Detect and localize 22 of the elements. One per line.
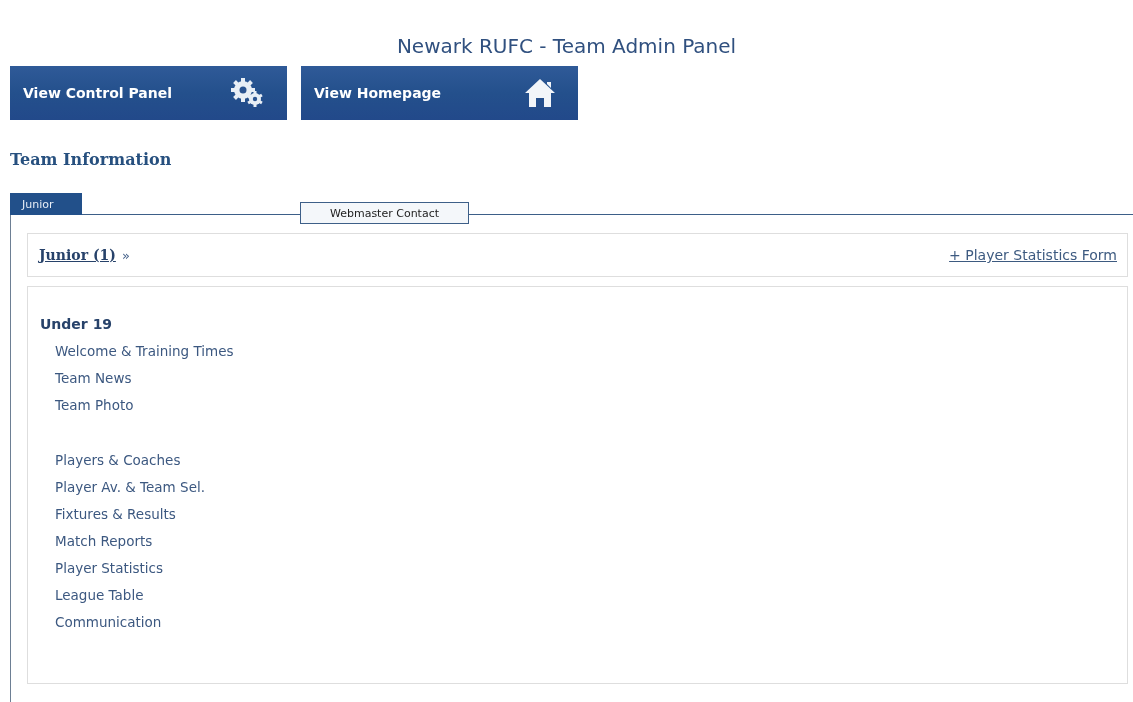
control-panel-button[interactable]: View Control Panel <box>10 66 287 120</box>
menu-link[interactable]: Player Statistics <box>55 555 163 582</box>
home-icon <box>524 77 556 109</box>
menu-link[interactable]: Welcome & Training Times <box>55 338 234 365</box>
breadcrumb-link[interactable]: Junior (1) <box>39 247 116 263</box>
tab[interactable]: Junior <box>10 193 82 215</box>
page-title: Newark RUFC - Team Admin Panel <box>395 33 738 58</box>
menu-link[interactable]: Team Photo <box>55 392 134 419</box>
team-name: Under 19 <box>40 315 114 334</box>
menu-link[interactable]: Team News <box>55 365 132 392</box>
menu-link[interactable]: Fixtures & Results <box>55 501 176 528</box>
breadcrumb-separator: » <box>121 247 130 263</box>
menu-link[interactable]: Match Reports <box>55 528 153 555</box>
menu-link[interactable]: League Table <box>55 582 144 609</box>
menu-link[interactable]: Communication <box>55 609 162 636</box>
tab[interactable]: Webmaster Contact <box>300 202 469 224</box>
player-statistics-form-link[interactable]: + Player Statistics Form <box>949 247 1117 263</box>
menu-link[interactable]: Players & Coaches <box>55 447 181 474</box>
gears-icon <box>231 78 265 108</box>
homepage-button[interactable]: View Homepage <box>301 66 578 120</box>
menu-link[interactable]: Player Av. & Team Sel. <box>55 474 205 501</box>
section-heading: Team Information <box>10 150 173 169</box>
